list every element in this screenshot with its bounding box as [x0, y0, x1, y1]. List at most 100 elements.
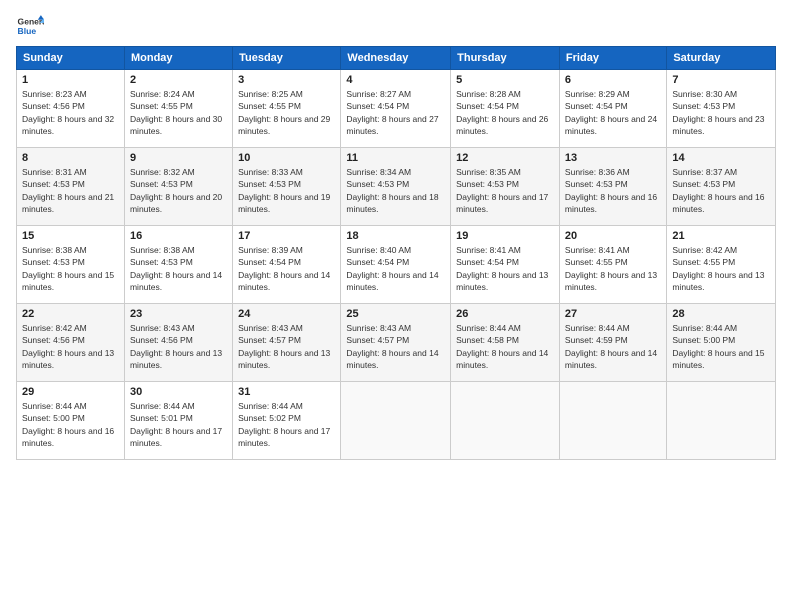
- page: General Blue SundayMondayTuesdayWednesda…: [0, 0, 792, 612]
- calendar-cell: 19Sunrise: 8:41 AMSunset: 4:54 PMDayligh…: [451, 226, 560, 304]
- day-number: 14: [672, 152, 770, 164]
- day-info: Sunrise: 8:44 AMSunset: 5:02 PMDaylight:…: [238, 400, 335, 449]
- day-info: Sunrise: 8:40 AMSunset: 4:54 PMDaylight:…: [346, 244, 445, 293]
- svg-text:Blue: Blue: [18, 26, 37, 36]
- calendar-cell: [451, 382, 560, 460]
- calendar-cell: 30 Sunrise: 8:44 AMSunset: 5:01 PMDayligh…: [124, 382, 232, 460]
- calendar-cell: 26 Sunrise: 8:44 AMSunset: 4:58 PMDayligh…: [451, 304, 560, 382]
- day-info: Sunrise: 8:39 AMSunset: 4:54 PMDaylight:…: [238, 244, 335, 293]
- logo: General Blue: [16, 12, 44, 40]
- calendar-cell: 21 Sunrise: 8:42 AMSunset: 4:55 PMDayligh…: [667, 226, 776, 304]
- day-info: Sunrise: 8:41 AMSunset: 4:55 PMDaylight:…: [565, 244, 661, 293]
- calendar-cell: 25Sunrise: 8:43 AMSunset: 4:57 PMDayligh…: [341, 304, 451, 382]
- day-number: 28: [672, 308, 770, 320]
- day-info: Sunrise: 8:27 AMSunset: 4:54 PMDaylight:…: [346, 88, 445, 137]
- day-number: 16: [130, 230, 227, 242]
- day-number: 29: [22, 386, 119, 398]
- day-number: 9: [130, 152, 227, 164]
- day-number: 20: [565, 230, 661, 242]
- day-number: 4: [346, 74, 445, 86]
- calendar-cell: 9 Sunrise: 8:32 AMSunset: 4:53 PMDaylight…: [124, 148, 232, 226]
- day-number: 18: [346, 230, 445, 242]
- calendar-cell: 5 Sunrise: 8:28 AMSunset: 4:54 PMDaylight…: [451, 70, 560, 148]
- calendar-cell: 2 Sunrise: 8:24 AMSunset: 4:55 PMDaylight…: [124, 70, 232, 148]
- day-info: Sunrise: 8:23 AMSunset: 4:56 PMDaylight:…: [22, 88, 119, 137]
- calendar-body: 1 Sunrise: 8:23 AMSunset: 4:56 PMDaylight…: [17, 70, 776, 460]
- day-info: Sunrise: 8:43 AMSunset: 4:57 PMDaylight:…: [238, 322, 335, 371]
- calendar-cell: 17 Sunrise: 8:39 AMSunset: 4:54 PMDayligh…: [233, 226, 341, 304]
- calendar-cell: 7Sunrise: 8:30 AMSunset: 4:53 PMDaylight…: [667, 70, 776, 148]
- weekday-header-cell: Tuesday: [233, 47, 341, 70]
- calendar-week-row: 15 Sunrise: 8:38 AMSunset: 4:53 PMDayligh…: [17, 226, 776, 304]
- day-number: 23: [130, 308, 227, 320]
- day-number: 31: [238, 386, 335, 398]
- weekday-header-cell: Friday: [559, 47, 666, 70]
- calendar-cell: 20 Sunrise: 8:41 AMSunset: 4:55 PMDayligh…: [559, 226, 666, 304]
- calendar-cell: 27Sunrise: 8:44 AMSunset: 4:59 PMDayligh…: [559, 304, 666, 382]
- calendar-cell: 11 Sunrise: 8:34 AMSunset: 4:53 PMDayligh…: [341, 148, 451, 226]
- day-number: 3: [238, 74, 335, 86]
- day-number: 19: [456, 230, 554, 242]
- calendar-cell: 31 Sunrise: 8:44 AMSunset: 5:02 PMDayligh…: [233, 382, 341, 460]
- day-info: Sunrise: 8:38 AMSunset: 4:53 PMDaylight:…: [130, 244, 227, 293]
- calendar-cell: 23 Sunrise: 8:43 AMSunset: 4:56 PMDayligh…: [124, 304, 232, 382]
- day-info: Sunrise: 8:44 AMSunset: 4:58 PMDaylight:…: [456, 322, 554, 371]
- calendar-cell: [559, 382, 666, 460]
- day-number: 12: [456, 152, 554, 164]
- calendar-cell: 24 Sunrise: 8:43 AMSunset: 4:57 PMDayligh…: [233, 304, 341, 382]
- day-number: 30: [130, 386, 227, 398]
- day-number: 13: [565, 152, 661, 164]
- day-number: 26: [456, 308, 554, 320]
- calendar-cell: 29 Sunrise: 8:44 AMSunset: 5:00 PMDayligh…: [17, 382, 125, 460]
- day-info: Sunrise: 8:44 AMSunset: 5:01 PMDaylight:…: [130, 400, 227, 449]
- day-info: Sunrise: 8:24 AMSunset: 4:55 PMDaylight:…: [130, 88, 227, 137]
- day-info: Sunrise: 8:44 AMSunset: 5:00 PMDaylight:…: [22, 400, 119, 449]
- calendar-cell: 22 Sunrise: 8:42 AMSunset: 4:56 PMDayligh…: [17, 304, 125, 382]
- day-number: 17: [238, 230, 335, 242]
- calendar-cell: 4 Sunrise: 8:27 AMSunset: 4:54 PMDaylight…: [341, 70, 451, 148]
- weekday-header-cell: Monday: [124, 47, 232, 70]
- day-number: 15: [22, 230, 119, 242]
- day-number: 10: [238, 152, 335, 164]
- calendar-cell: 16 Sunrise: 8:38 AMSunset: 4:53 PMDayligh…: [124, 226, 232, 304]
- day-number: 25: [346, 308, 445, 320]
- day-info: Sunrise: 8:38 AMSunset: 4:53 PMDaylight:…: [22, 244, 119, 293]
- day-info: Sunrise: 8:36 AMSunset: 4:53 PMDaylight:…: [565, 166, 661, 215]
- day-info: Sunrise: 8:44 AMSunset: 5:00 PMDaylight:…: [672, 322, 770, 371]
- calendar-cell: 6Sunrise: 8:29 AMSunset: 4:54 PMDaylight…: [559, 70, 666, 148]
- day-info: Sunrise: 8:37 AMSunset: 4:53 PMDaylight:…: [672, 166, 770, 215]
- calendar-cell: [667, 382, 776, 460]
- day-info: Sunrise: 8:32 AMSunset: 4:53 PMDaylight:…: [130, 166, 227, 215]
- calendar-week-row: 1 Sunrise: 8:23 AMSunset: 4:56 PMDaylight…: [17, 70, 776, 148]
- header: General Blue: [16, 12, 776, 40]
- weekday-header-cell: Sunday: [17, 47, 125, 70]
- day-number: 7: [672, 74, 770, 86]
- calendar-week-row: 8Sunrise: 8:31 AMSunset: 4:53 PMDaylight…: [17, 148, 776, 226]
- weekday-header-cell: Wednesday: [341, 47, 451, 70]
- day-info: Sunrise: 8:43 AMSunset: 4:56 PMDaylight:…: [130, 322, 227, 371]
- calendar-cell: 13 Sunrise: 8:36 AMSunset: 4:53 PMDayligh…: [559, 148, 666, 226]
- day-info: Sunrise: 8:33 AMSunset: 4:53 PMDaylight:…: [238, 166, 335, 215]
- day-info: Sunrise: 8:42 AMSunset: 4:56 PMDaylight:…: [22, 322, 119, 371]
- day-number: 22: [22, 308, 119, 320]
- calendar-cell: 12 Sunrise: 8:35 AMSunset: 4:53 PMDayligh…: [451, 148, 560, 226]
- day-info: Sunrise: 8:29 AMSunset: 4:54 PMDaylight:…: [565, 88, 661, 137]
- day-number: 2: [130, 74, 227, 86]
- day-info: Sunrise: 8:34 AMSunset: 4:53 PMDaylight:…: [346, 166, 445, 215]
- weekday-header-row: SundayMondayTuesdayWednesdayThursdayFrid…: [17, 47, 776, 70]
- day-info: Sunrise: 8:42 AMSunset: 4:55 PMDaylight:…: [672, 244, 770, 293]
- day-info: Sunrise: 8:28 AMSunset: 4:54 PMDaylight:…: [456, 88, 554, 137]
- day-info: Sunrise: 8:35 AMSunset: 4:53 PMDaylight:…: [456, 166, 554, 215]
- weekday-header-cell: Thursday: [451, 47, 560, 70]
- day-number: 11: [346, 152, 445, 164]
- day-number: 21: [672, 230, 770, 242]
- day-number: 27: [565, 308, 661, 320]
- day-number: 8: [22, 152, 119, 164]
- calendar-cell: 8Sunrise: 8:31 AMSunset: 4:53 PMDaylight…: [17, 148, 125, 226]
- calendar-cell: 1 Sunrise: 8:23 AMSunset: 4:56 PMDaylight…: [17, 70, 125, 148]
- day-number: 1: [22, 74, 119, 86]
- day-number: 24: [238, 308, 335, 320]
- day-number: 5: [456, 74, 554, 86]
- weekday-header-cell: Saturday: [667, 47, 776, 70]
- logo-icon: General Blue: [16, 12, 44, 40]
